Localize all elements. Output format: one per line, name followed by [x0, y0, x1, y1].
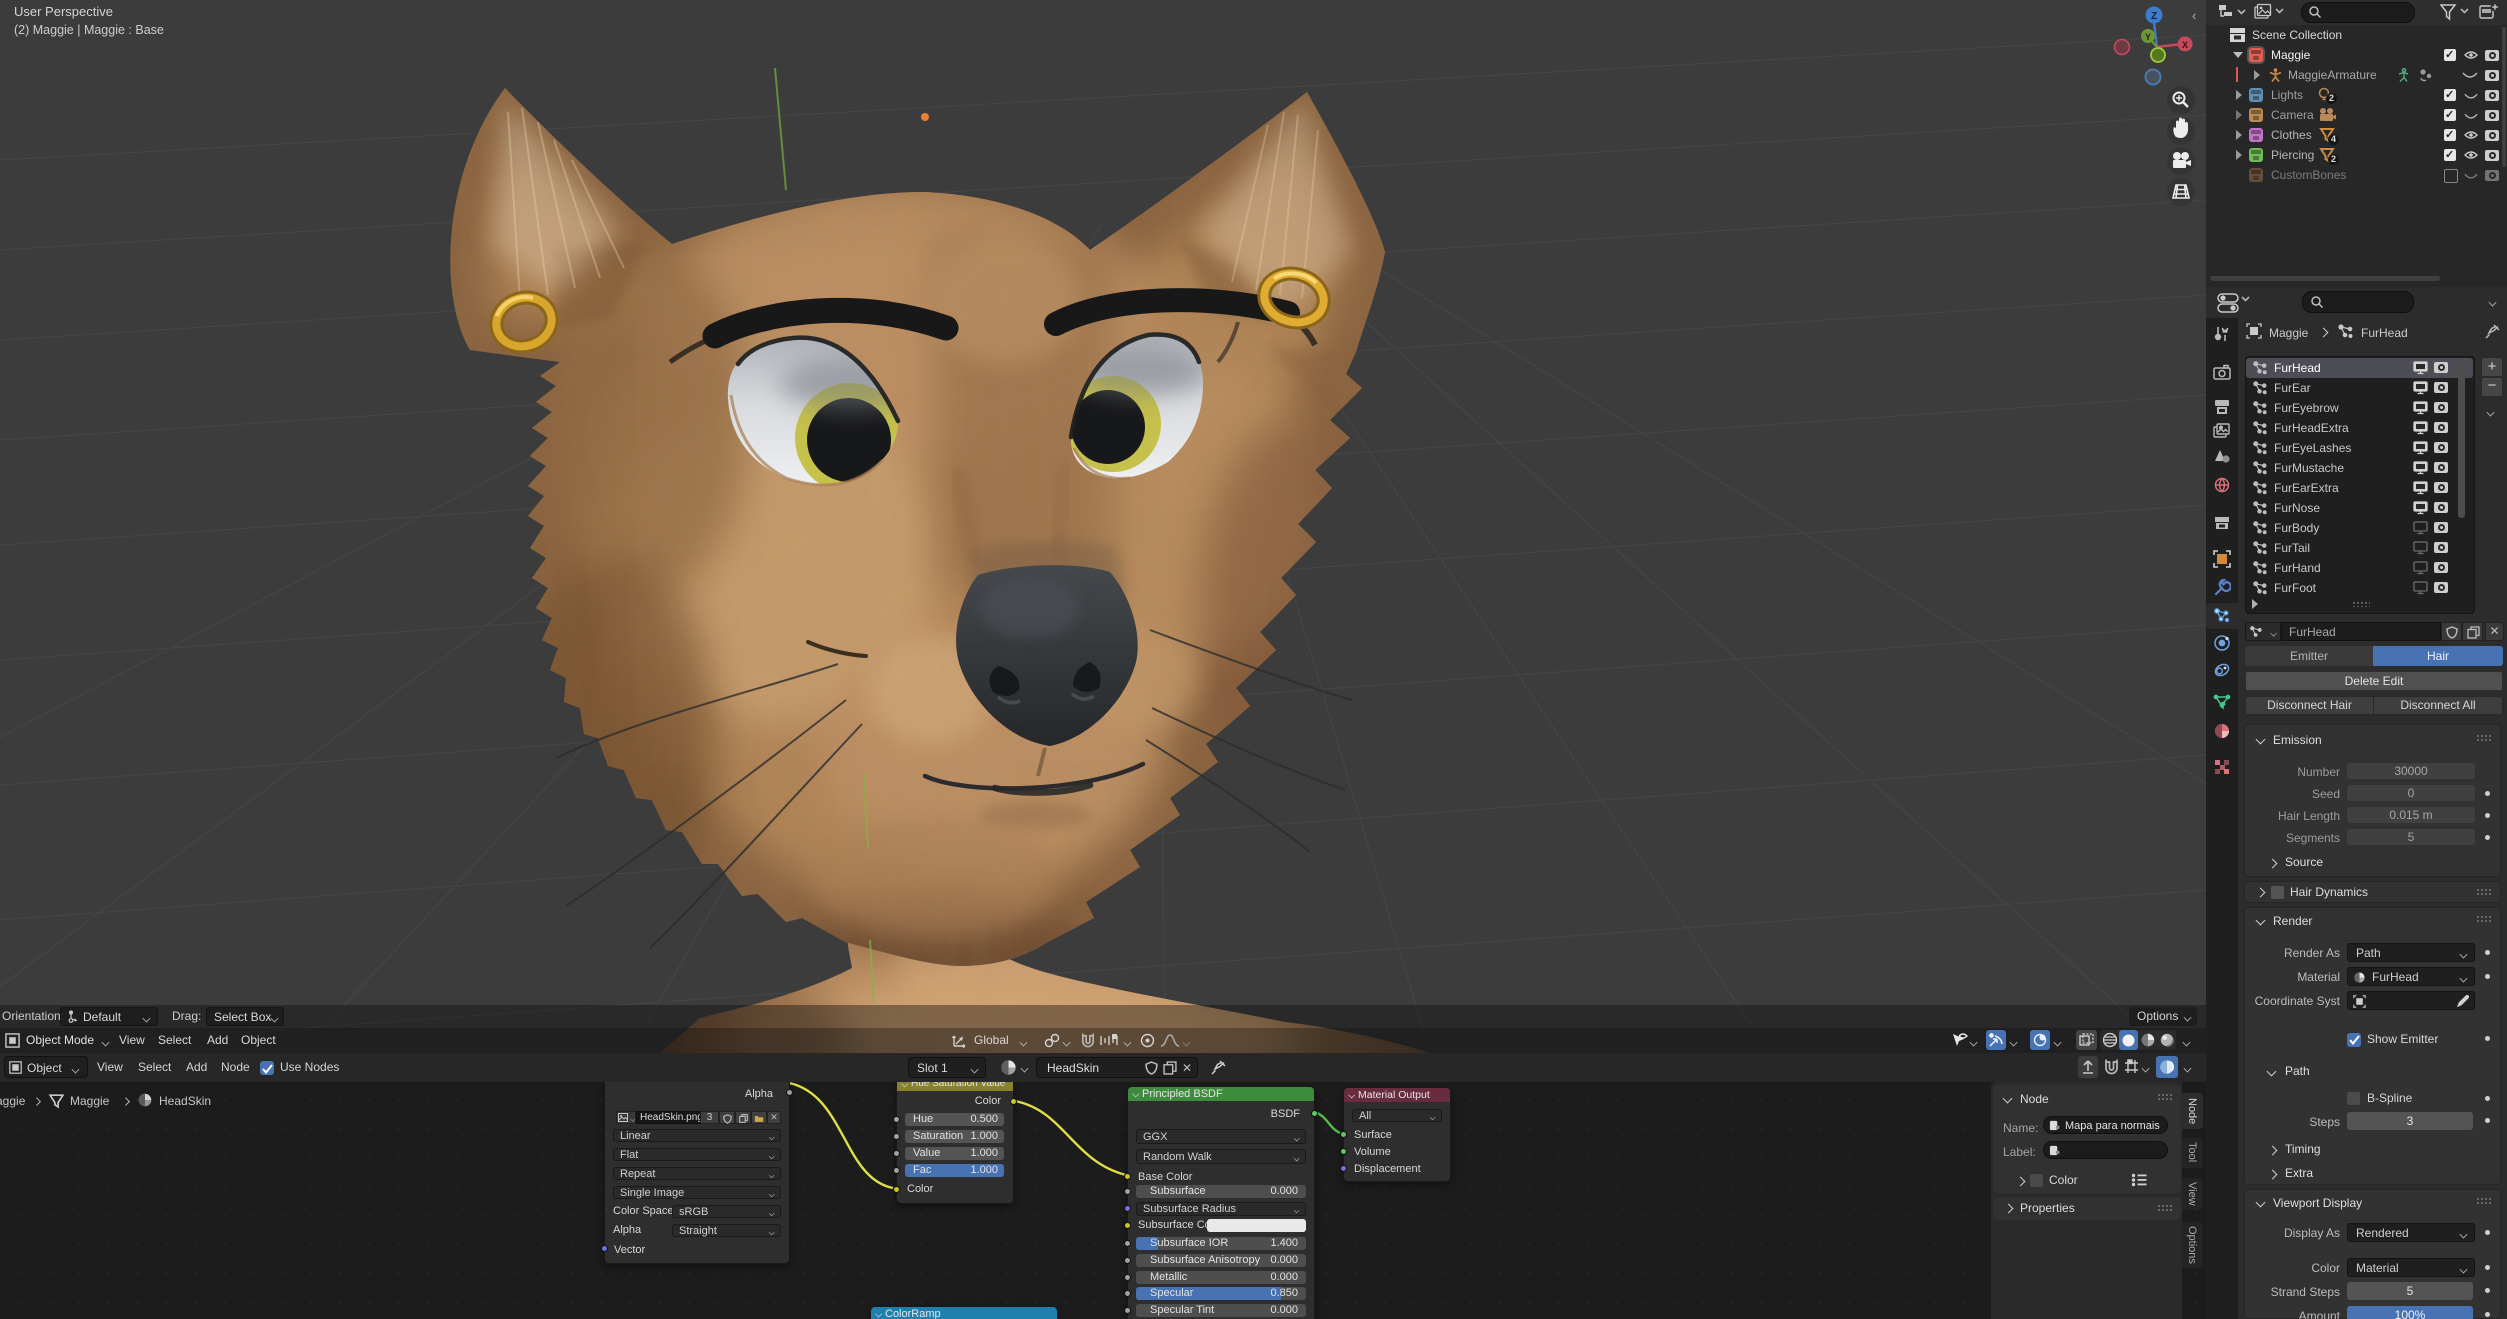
svg-text:X: X — [2182, 40, 2188, 50]
svg-text:Z: Z — [2151, 11, 2157, 22]
svg-text:Y: Y — [2145, 32, 2151, 42]
